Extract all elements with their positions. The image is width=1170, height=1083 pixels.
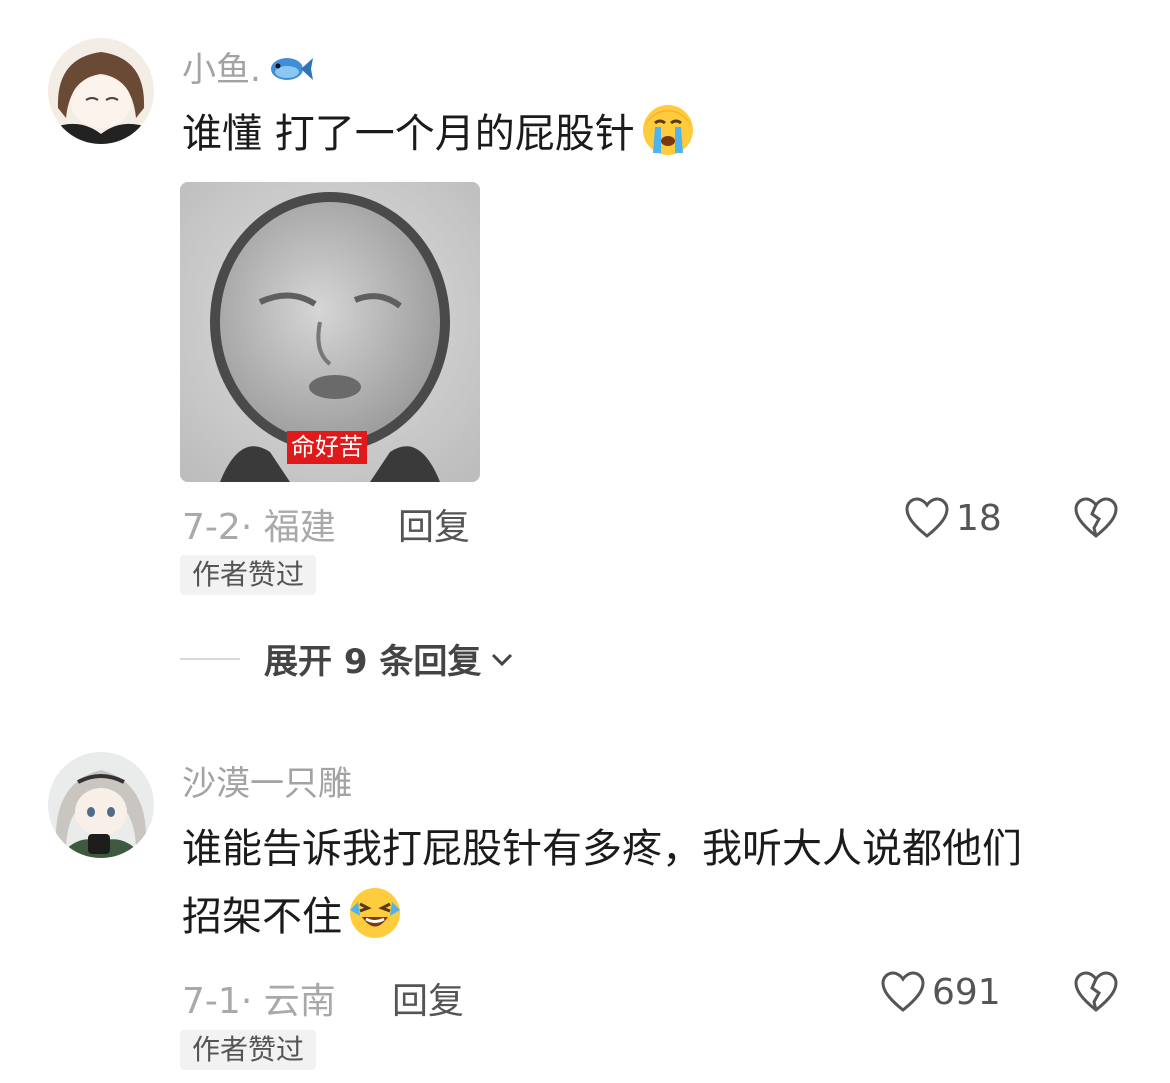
reply-button[interactable]: 回复 <box>398 498 470 550</box>
author-liked-badge: 作者赞过 <box>180 1030 317 1070</box>
expand-replies-button[interactable]: 展开 9 条回复 <box>180 634 515 683</box>
comment-text-line: 谁能告诉我打屁股针有多疼，我听大人说都他们 <box>182 826 1022 872</box>
heart-icon <box>881 971 925 1012</box>
comment-location: 福建 <box>263 507 336 548</box>
heart-icon <box>905 497 949 538</box>
meta-separator: · <box>240 981 264 1022</box>
laughing-face-icon <box>348 886 402 940</box>
comment-text: 谁能告诉我打屁股针有多疼，我听大人说都他们 招架不住 <box>182 815 1132 951</box>
comment-location: 云南 <box>263 981 336 1022</box>
crying-face-icon <box>641 103 695 157</box>
dislike-button[interactable] <box>1073 970 1119 1014</box>
sticker-image[interactable]: 命好苦 <box>180 182 480 482</box>
comment-item-1: 小鱼. 谁懂 打了一个月的屁股针 命好苦 7-2· 福建 回复 18 作者赞过 … <box>0 0 1170 700</box>
comment-text-line-2-content: 招架不住 <box>182 894 342 940</box>
fish-icon <box>267 51 315 87</box>
author-liked-badge: 作者赞过 <box>180 555 317 595</box>
comment-text: 谁懂 打了一个月的屁股针 <box>182 100 1132 168</box>
meta-separator: · <box>240 507 264 548</box>
chevron-down-icon <box>492 653 513 666</box>
like-button[interactable]: 691 <box>880 970 1001 1014</box>
avatar[interactable] <box>48 38 154 144</box>
reply-button[interactable]: 回复 <box>392 972 464 1024</box>
expand-replies-label: 展开 9 条回复 <box>264 642 482 682</box>
comment-text-content: 谁懂 打了一个月的屁股针 <box>182 111 635 157</box>
like-button[interactable]: 18 <box>904 496 1002 540</box>
divider-line <box>180 657 240 660</box>
username[interactable]: 沙漠一只雕 <box>182 756 352 805</box>
comment-meta: 7-2· 福建 <box>182 498 336 550</box>
username[interactable]: 小鱼. <box>182 42 315 91</box>
comment-text-line-2: 招架不住 <box>182 883 1132 951</box>
dislike-button[interactable] <box>1073 496 1119 540</box>
broken-heart-icon <box>1074 497 1118 538</box>
broken-heart-icon <box>1074 971 1118 1012</box>
like-count: 18 <box>956 497 1002 539</box>
username-text: 小鱼. <box>182 50 261 90</box>
like-count: 691 <box>932 971 1001 1013</box>
comment-meta: 7-1· 云南 <box>182 972 336 1024</box>
avatar[interactable] <box>48 752 154 858</box>
sticker-caption: 命好苦 <box>287 431 367 464</box>
comment-date: 7-1 <box>182 981 241 1022</box>
comment-date: 7-2 <box>182 507 241 548</box>
